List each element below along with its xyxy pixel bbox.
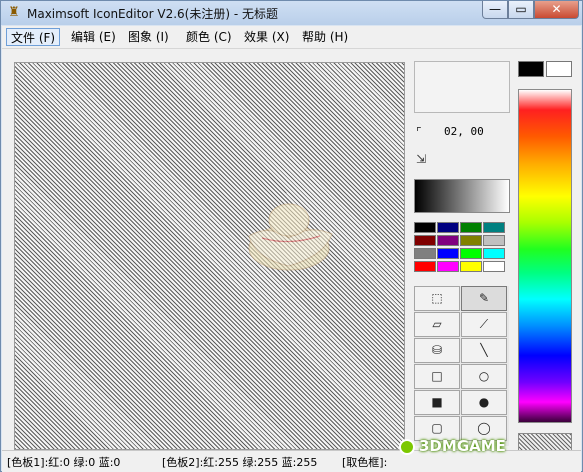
pixel-canvas[interactable] xyxy=(14,62,405,450)
palette-swatch[interactable] xyxy=(460,248,482,259)
pencil-tool[interactable]: ✎ xyxy=(461,286,507,311)
current-colors xyxy=(518,61,574,77)
watermark: 3DMGAME xyxy=(399,437,506,455)
palette-swatch[interactable] xyxy=(414,248,436,259)
select-rect-tool[interactable]: ⬚ xyxy=(414,286,460,311)
title-bar[interactable]: ♜ Maximsoft IconEditor V2.6(未注册) - 无标题 —… xyxy=(1,1,582,25)
color-palette xyxy=(414,222,509,274)
menu-edit[interactable]: 编辑 (E) xyxy=(67,28,120,46)
client-area: ⌜ 02, 00 ⇲ ⬚ ✎ ▱ ⟋ ⛁ ╲ □ ○ ■ ● ▢ ◯ xyxy=(2,49,581,471)
palette-swatch[interactable] xyxy=(437,248,459,259)
close-button[interactable]: ✕ xyxy=(534,1,579,19)
cursor-coords: 02, 00 xyxy=(444,125,484,138)
status-palette1: [色板1]:红:0 绿:0 蓝:0 xyxy=(7,456,121,469)
menu-help[interactable]: 帮助 (H) xyxy=(298,28,352,46)
fill-bucket-tool[interactable]: ⛁ xyxy=(414,338,460,363)
background-color-swatch[interactable] xyxy=(546,61,572,77)
palette-swatch[interactable] xyxy=(483,235,505,246)
menu-bar: 文件 (F) 编辑 (E) 图象 (I) 颜色 (C) 效果 (X) 帮助 (H… xyxy=(2,26,581,49)
palette-swatch[interactable] xyxy=(483,261,505,272)
eraser-tool[interactable]: ▱ xyxy=(414,312,460,337)
grayscale-bar[interactable] xyxy=(414,179,510,213)
crosshair-icon: ⌜ xyxy=(416,125,422,139)
status-picker: [取色框]: xyxy=(342,456,388,469)
palette-swatch[interactable] xyxy=(437,235,459,246)
maximize-button[interactable]: ▭ xyxy=(508,1,534,19)
filled-rectangle-tool[interactable]: ■ xyxy=(414,390,460,415)
menu-color[interactable]: 颜色 (C) xyxy=(182,28,236,46)
palette-swatch[interactable] xyxy=(460,222,482,233)
ingot-icon xyxy=(248,203,333,271)
color-spectrum[interactable] xyxy=(518,89,572,423)
palette-swatch[interactable] xyxy=(414,222,436,233)
cursor-position: ⌜ 02, 00 xyxy=(414,122,508,144)
foreground-color-swatch[interactable] xyxy=(518,61,544,77)
palette-swatch[interactable] xyxy=(437,261,459,272)
icon-preview xyxy=(414,61,510,113)
size-icon: ⇲ xyxy=(416,152,427,166)
palette-swatch[interactable] xyxy=(460,261,482,272)
selection-size: ⇲ xyxy=(414,149,508,171)
palette-swatch[interactable] xyxy=(414,261,436,272)
app-icon[interactable]: ♜ xyxy=(6,5,22,21)
palette-swatch[interactable] xyxy=(460,235,482,246)
menu-image[interactable]: 图象 (I) xyxy=(124,28,173,46)
status-palette2: [色板2]:红:255 绿:255 蓝:255 xyxy=(162,456,318,469)
palette-swatch[interactable] xyxy=(414,235,436,246)
eyedropper-tool[interactable]: ⟋ xyxy=(461,312,507,337)
menu-effects[interactable]: 效果 (X) xyxy=(240,28,293,46)
palette-swatch[interactable] xyxy=(483,222,505,233)
minimize-button[interactable]: — xyxy=(482,1,508,19)
line-tool[interactable]: ╲ xyxy=(461,338,507,363)
window-title: Maximsoft IconEditor V2.6(未注册) - 无标题 xyxy=(27,7,278,21)
menu-file[interactable]: 文件 (F) xyxy=(6,28,61,46)
app-window: ♜ Maximsoft IconEditor V2.6(未注册) - 无标题 —… xyxy=(0,0,583,472)
palette-swatch[interactable] xyxy=(483,248,505,259)
palette-swatch[interactable] xyxy=(437,222,459,233)
ellipse-tool[interactable]: ○ xyxy=(461,364,507,389)
watermark-text: 3DMGAME xyxy=(419,437,506,455)
toolbox: ⬚ ✎ ▱ ⟋ ⛁ ╲ □ ○ ■ ● ▢ ◯ xyxy=(414,286,509,446)
filled-ellipse-tool[interactable]: ● xyxy=(461,390,507,415)
rectangle-tool[interactable]: □ xyxy=(414,364,460,389)
watermark-logo-icon xyxy=(399,438,415,455)
